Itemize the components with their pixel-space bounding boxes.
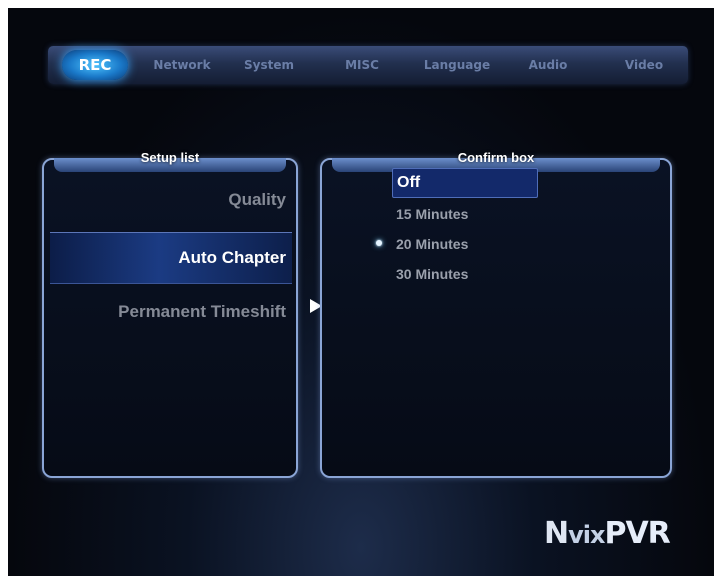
logo-part-n: N: [544, 516, 569, 551]
setup-list-panel: Setup list Quality Auto Chapter Permanen…: [42, 150, 298, 478]
confirm-box-panel: Confirm box Off 15 Minutes 20 Minutes 30…: [320, 150, 672, 478]
selected-radio-icon: [376, 240, 382, 246]
tab-video[interactable]: Video: [614, 46, 674, 84]
tab-network[interactable]: Network: [146, 46, 218, 84]
tab-misc[interactable]: MISC: [334, 46, 390, 84]
logo-part-vix: vix: [568, 521, 605, 549]
option-15-minutes[interactable]: 15 Minutes: [396, 206, 468, 222]
tab-audio[interactable]: Audio: [518, 46, 578, 84]
logo-part-pvr: PVR: [604, 516, 670, 551]
setup-item-permanent-timeshift[interactable]: Permanent Timeshift: [118, 302, 286, 322]
tab-system[interactable]: System: [236, 46, 302, 84]
option-off[interactable]: Off: [392, 168, 538, 198]
setup-item-quality[interactable]: Quality: [228, 190, 286, 210]
setup-item-auto-chapter[interactable]: Auto Chapter: [50, 232, 292, 284]
tab-language[interactable]: Language: [412, 46, 502, 84]
osd-screen: REC Network System MISC Language Audio V…: [8, 8, 714, 576]
option-20-minutes[interactable]: 20 Minutes: [396, 236, 468, 252]
tab-rec[interactable]: REC: [62, 50, 128, 80]
tab-bar: REC Network System MISC Language Audio V…: [48, 46, 688, 84]
confirm-box-title: Confirm box: [457, 150, 535, 165]
nvix-pvr-logo: NvixPVR: [544, 516, 671, 551]
setup-list-title: Setup list: [140, 150, 200, 165]
option-30-minutes[interactable]: 30 Minutes: [396, 266, 468, 282]
